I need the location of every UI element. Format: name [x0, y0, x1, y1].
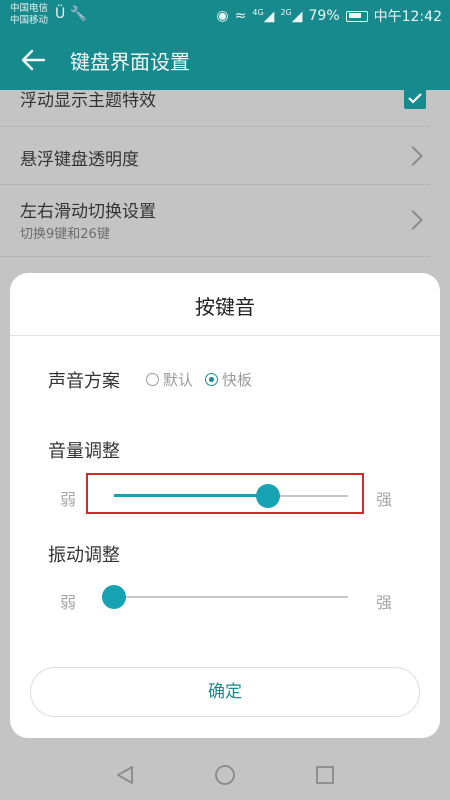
app-notification-icon: Ü [55, 6, 66, 22]
wifi-icon: ≈ [234, 8, 247, 24]
settings-list: 浮动显示主题特效 悬浮键盘透明度 左右滑动切换设置 切换9键和26键 [0, 87, 450, 257]
slider-thumb[interactable] [102, 585, 126, 609]
vibration-label: 振动调整 [48, 545, 120, 566]
setting-keyboard-transparency[interactable]: 悬浮键盘透明度 [0, 127, 430, 185]
eye-comfort-icon: ◉ [216, 8, 229, 24]
notification-icons: Ü 🔧 [55, 6, 87, 22]
volume-slider-highlight [86, 473, 364, 514]
back-button[interactable] [0, 30, 66, 90]
setting-title: 悬浮键盘透明度 [20, 150, 139, 170]
carrier-1: 中国电信 [10, 3, 49, 14]
radio-button-selected[interactable] [205, 373, 219, 386]
status-bar: 中国电信 中国移动 Ü 🔧 ◉ ≈ 4G◢ 2G◢ 79% 中午12:42 [0, 0, 450, 30]
setting-floating-theme[interactable]: 浮动显示主题特效 [0, 87, 430, 127]
clock: 中午12:42 [373, 9, 442, 25]
nav-recents-icon[interactable] [314, 764, 336, 786]
check-icon [408, 93, 422, 104]
wrench-icon: 🔧 [69, 6, 88, 22]
radio-label: 默认 [163, 371, 194, 389]
navigation-bar [0, 750, 450, 800]
battery-icon [345, 10, 368, 22]
volume-strong-label: 强 [376, 490, 393, 509]
signal-1-icon: 4G◢ [252, 7, 275, 25]
page-title: 键盘界面设置 [70, 49, 190, 74]
radio-button[interactable] [146, 373, 159, 386]
signal-2-icon: 2G◢ [280, 7, 303, 25]
divider [10, 335, 440, 336]
key-sound-dialog: 按键音 声音方案 默认 快板 音量调整 弱 强 振动调整 弱 强 确定 [10, 273, 440, 738]
carrier-2: 中国移动 [10, 15, 49, 26]
nav-back-icon[interactable] [114, 764, 136, 786]
arrow-left-icon [21, 49, 46, 71]
setting-title: 左右滑动切换设置 [20, 202, 156, 222]
vibration-weak-label: 弱 [60, 593, 77, 612]
vibration-slider[interactable] [102, 585, 348, 609]
checkbox-checked[interactable] [404, 87, 426, 109]
chevron-right-icon [403, 146, 423, 166]
setting-subtitle: 切换9键和26键 [20, 227, 110, 242]
dialog-title: 按键音 [195, 295, 255, 319]
status-icons: ◉ ≈ 4G◢ 2G◢ 79% 中午12:42 [216, 6, 442, 26]
carrier-labels: 中国电信 中国移动 [10, 3, 48, 27]
vibration-strong-label: 强 [376, 593, 393, 612]
sound-scheme-options: 默认 快板 [146, 369, 264, 390]
confirm-button[interactable]: 确定 [30, 667, 420, 717]
nav-home-icon[interactable] [214, 764, 236, 786]
radio-label: 快板 [222, 371, 253, 389]
radio-default[interactable]: 默认 [146, 369, 193, 390]
volume-weak-label: 弱 [60, 490, 77, 509]
volume-label: 音量调整 [48, 441, 120, 462]
slider-track [114, 596, 348, 598]
setting-title: 浮动显示主题特效 [20, 91, 156, 111]
sound-scheme-label: 声音方案 [48, 371, 120, 392]
app-bar: 键盘界面设置 [0, 30, 450, 90]
battery-percent: 79% [308, 8, 340, 24]
setting-swipe-switch[interactable]: 左右滑动切换设置 切换9键和26键 [0, 185, 430, 257]
chevron-right-icon [403, 210, 423, 230]
radio-kuaiban[interactable]: 快板 [205, 369, 252, 390]
